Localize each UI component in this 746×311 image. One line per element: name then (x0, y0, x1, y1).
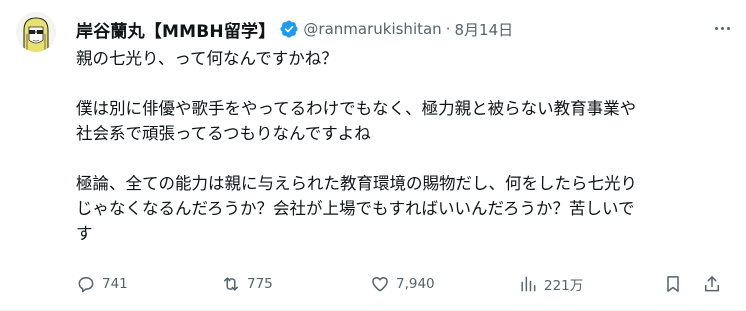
reply-icon (78, 277, 94, 293)
display-name[interactable]: 岸谷蘭丸【MMBH留学】 (76, 17, 275, 42)
bookmark-icon (667, 276, 679, 292)
handle[interactable]: @ranmarukishitan (303, 20, 441, 38)
action-bar: 741 775 7,940 221万 (76, 272, 726, 296)
tweet-line: じゃなくなるんだろうか？会社が上場でもすればいいんだろうか？苦しいで (76, 199, 635, 218)
views-count: 221万 (544, 278, 584, 294)
tweet-date[interactable]: 8月14日 (454, 19, 513, 40)
tweet-line: 僕は別に俳優や歌手をやってるわけでもなく、極力親と被らない教育事業や (76, 99, 637, 118)
repost-button[interactable]: 775 (221, 272, 273, 296)
tweet-text: 親の七光り、って何なんですかね？ 僕は別に俳優や歌手をやってるわけでもなく、極力… (76, 46, 726, 246)
tweet[interactable]: 岸谷蘭丸【MMBH留学】 @ranmarukishitan · 8月14日 親の… (0, 0, 746, 311)
avatar-illustration-icon (16, 12, 56, 52)
more-icon[interactable] (712, 18, 732, 38)
like-button[interactable]: 7,940 (370, 272, 435, 296)
verified-badge-icon[interactable] (279, 19, 299, 39)
like-count: 7,940 (396, 276, 435, 292)
share-button[interactable] (702, 272, 722, 296)
tweet-line: 極論、全ての能力は親に与えられた教育環境の賜物だし、何をしたら七光り (76, 174, 637, 193)
tweet-header: 岸谷蘭丸【MMBH留学】 @ranmarukishitan · 8月14日 (76, 17, 513, 42)
views-button[interactable]: 221万 (518, 272, 583, 296)
bookmark-button[interactable] (663, 272, 683, 296)
tweet-line: 社会系で頑張ってるつもりなんですよね (76, 124, 371, 143)
heart-icon (372, 277, 388, 292)
reply-button[interactable]: 741 (76, 272, 128, 296)
repost-count: 775 (247, 276, 273, 292)
separator-dot: · (445, 20, 451, 38)
share-icon (705, 276, 719, 292)
avatar[interactable] (16, 12, 56, 52)
repost-icon (224, 277, 238, 291)
tweet-line: 親の七光り、って何なんですかね？ (76, 49, 338, 68)
views-icon (521, 276, 536, 292)
tweet-line: す (76, 224, 93, 243)
reply-count: 741 (102, 276, 128, 292)
